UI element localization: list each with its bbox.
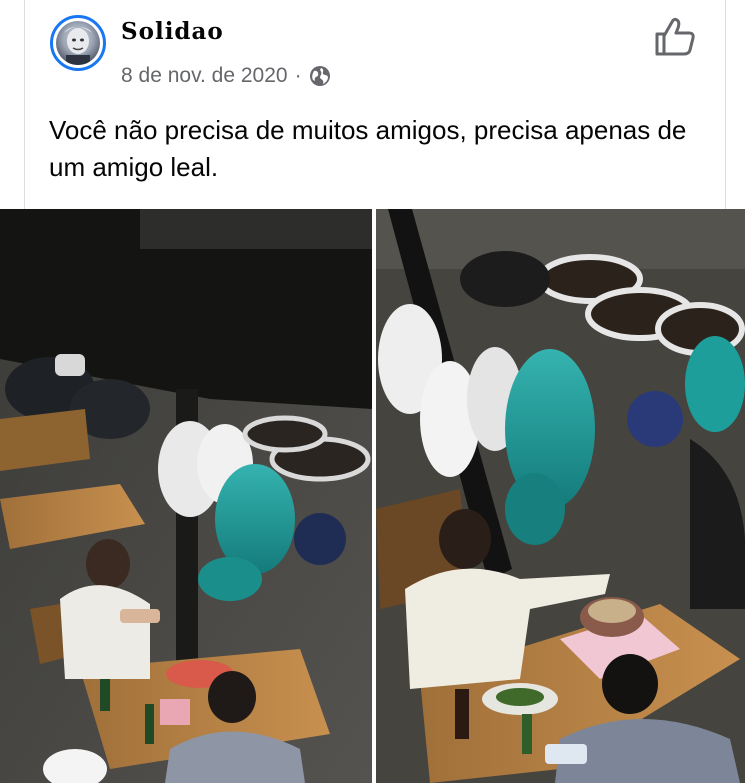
author-name[interactable]: Solidao [121, 18, 224, 45]
avatar[interactable] [50, 15, 106, 71]
left-photo-panel [0, 209, 372, 783]
post-meta: 8 de nov. de 2020 · [121, 64, 331, 88]
post-photo[interactable] [0, 209, 745, 783]
avatar-image [56, 21, 100, 65]
post-text: Você não precisa de muitos amigos, preci… [49, 115, 687, 182]
thumbs-up-icon[interactable] [653, 16, 697, 58]
meta-separator: · [294, 64, 302, 87]
globe-icon[interactable] [309, 65, 331, 87]
post-header: Solidao 8 de nov. de 2020 · Você não pre… [24, 0, 726, 209]
post-date[interactable]: 8 de nov. de 2020 [121, 64, 288, 88]
right-photo-panel [376, 209, 745, 783]
